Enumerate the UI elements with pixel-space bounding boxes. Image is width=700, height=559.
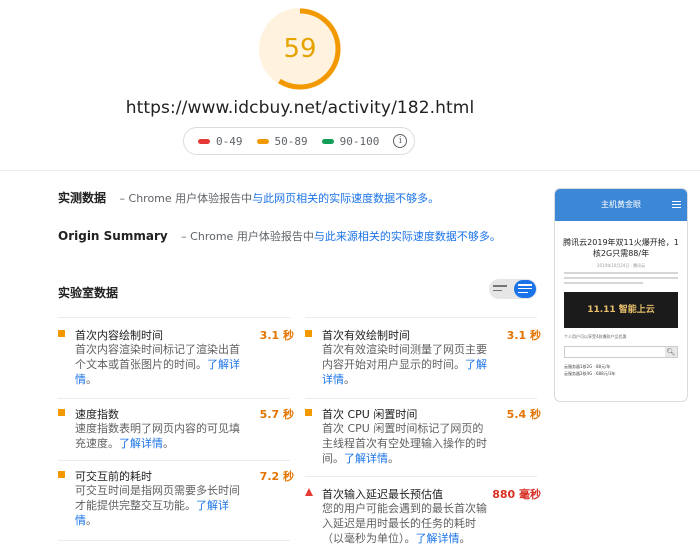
- lab-data-title: 实验室数据: [58, 286, 119, 300]
- field-data-link[interactable]: 与此网页相关的实际速度数据不够多。: [252, 192, 439, 205]
- thumbnail-note: 个人用户可以享受4款爆款产品优惠: [564, 334, 627, 339]
- page-url: https://www.idcbuy.net/activity/182.html: [125, 98, 475, 118]
- thumbnail-banner: 11.11 智能上云: [564, 292, 678, 328]
- legend-label: 50-89: [274, 134, 308, 148]
- metric-name: 可交互前的耗时: [75, 470, 152, 483]
- thumbnail-list-item: 云服务器2核4G · 688元/3年: [564, 371, 616, 376]
- origin-summary-row: Origin Summary – Chrome 用户体验报告中与此来源相关的实际…: [58, 228, 501, 244]
- metric-value: 5.4 秒: [506, 408, 541, 421]
- metric-value: 880 毫秒: [492, 488, 541, 501]
- search-icon: 🔍︎: [665, 347, 677, 357]
- view-toggle[interactable]: [489, 279, 537, 299]
- field-data-text: – Chrome 用户体验报告中: [116, 192, 253, 205]
- metric-tti: 可交互前的耗时 7.2 秒 可交互时间是指网页需要多长时间才能提供完整交互功能。…: [58, 468, 294, 527]
- menu-icon: [672, 201, 681, 210]
- field-data-title: 实测数据: [58, 191, 107, 205]
- score-legend: 0-49 50-89 90-100 i: [183, 127, 415, 155]
- legend-swatch-red: [198, 138, 210, 144]
- metric-value: 3.1 秒: [506, 329, 541, 342]
- report-header: 59 https://www.idcbuy.net/activity/182.h…: [0, 0, 700, 170]
- metric-fmp: 首次有效绘制时间 3.1 秒 首次有效渲染时间测量了网页主要内容开始对用户显示的…: [305, 327, 541, 395]
- thumbnail-text-line: [564, 282, 644, 284]
- metric-divider: [58, 317, 290, 318]
- learn-more-link[interactable]: 了解详情: [119, 437, 163, 450]
- header-divider: [0, 170, 700, 171]
- metric-value: 7.2 秒: [259, 470, 294, 483]
- metric-name: 首次输入延迟最长预估值: [322, 488, 443, 501]
- legend-swatch-orange: [256, 138, 269, 144]
- thumbnail-site-name: 主机黄金眼: [601, 200, 641, 209]
- thumbnail-header: 主机黄金眼: [555, 189, 687, 221]
- metric-max-fid: 首次输入延迟最长预估值 880 毫秒 您的用户可能会遇到的最长首次输入延迟是用时…: [305, 486, 541, 552]
- thumbnail-headline: 腾讯云2019年双11火爆开抢，1核2G只需88/年: [563, 238, 679, 258]
- origin-summary-title: Origin Summary: [58, 229, 168, 243]
- metric-name: 速度指数: [75, 408, 119, 421]
- legend-item-average: 50-89: [256, 134, 308, 148]
- thumbnail-text-line: [564, 272, 678, 274]
- field-data-row: 实测数据 – Chrome 用户体验报告中与此网页相关的实际速度数据不够多。: [58, 189, 439, 206]
- average-square-icon: [305, 409, 312, 416]
- legend-swatch-green: [321, 138, 334, 144]
- metric-divider: [58, 398, 290, 399]
- legend-item-fail: 0-49: [198, 135, 243, 148]
- thumbnail-search-box: 🔍︎: [564, 346, 678, 358]
- average-square-icon: [58, 330, 65, 337]
- learn-more-link[interactable]: 了解详情: [416, 532, 460, 545]
- legend-label: 90-100: [339, 134, 380, 148]
- metric-divider: [58, 540, 290, 541]
- compact-view-icon[interactable]: [493, 285, 507, 294]
- metric-first-cpu-idle: 首次 CPU 闲置时间 5.4 秒 首次 CPU 闲置时间标记了网页的主线程首次…: [305, 406, 541, 470]
- metric-name: 首次 CPU 闲置时间: [322, 408, 418, 421]
- metric-divider: [305, 398, 537, 399]
- average-square-icon: [305, 330, 312, 337]
- thumbnail-meta: 2019年10月24日 · 腾讯云: [596, 263, 646, 268]
- metric-value: 5.7 秒: [259, 408, 294, 421]
- metric-description: 首次内容渲染时间标记了渲染出首个文本或首张图片的时间。了解详情。: [75, 343, 240, 386]
- metric-divider: [58, 460, 290, 461]
- metric-description: 首次 CPU 闲置时间标记了网页的主线程首次有空处理输入操作的时间。了解详情。: [322, 422, 487, 465]
- metric-name: 首次有效绘制时间: [322, 329, 410, 342]
- info-icon[interactable]: i: [393, 134, 408, 148]
- average-square-icon: [58, 409, 65, 416]
- metric-divider: [305, 317, 537, 318]
- legend-label: 0-49: [216, 134, 243, 148]
- metric-description: 首次有效渲染时间测量了网页主要内容开始对用户显示的时间。了解详情。: [322, 343, 487, 386]
- metric-divider: [305, 476, 537, 477]
- average-square-icon: [58, 471, 65, 478]
- learn-more-link[interactable]: 了解详情: [344, 452, 388, 465]
- expanded-view-icon[interactable]: [514, 280, 536, 298]
- metric-description: 可交互时间是指网页需要多长时间才能提供完整交互功能。了解详情。: [75, 484, 240, 527]
- legend-item-pass: 90-100: [321, 134, 380, 148]
- thumbnail-text-line: [564, 277, 678, 279]
- thumbnail-list-item: 云服务器1核2G · 88元/年: [564, 364, 611, 369]
- thumbnail-list: 云服务器1核2G · 88元/年 云服务器2核4G · 688元/3年: [564, 363, 678, 377]
- metric-speed-index: 速度指数 5.7 秒 速度指数表明了网页内容的可见填充速度。了解详情。: [58, 406, 294, 456]
- metric-fcp: 首次内容绘制时间 3.1 秒 首次内容渲染时间标记了渲染出首个文本或首张图片的时…: [58, 327, 294, 395]
- performance-score: 59: [283, 34, 317, 64]
- metric-name: 首次内容绘制时间: [75, 329, 163, 342]
- fail-triangle-icon: [305, 488, 313, 496]
- origin-summary-link[interactable]: 与此来源相关的实际速度数据不够多。: [314, 230, 501, 243]
- page-screenshot-thumbnail: 主机黄金眼 腾讯云2019年双11火爆开抢，1核2G只需88/年 2019年10…: [554, 188, 688, 402]
- metric-description: 您的用户可能会遇到的最长首次输入延迟是用时最长的任务的耗时（以毫秒为单位）。了解…: [322, 502, 487, 545]
- origin-summary-text: – Chrome 用户体验报告中: [177, 230, 314, 243]
- metric-description: 速度指数表明了网页内容的可见填充速度。了解详情。: [75, 422, 240, 450]
- metric-value: 3.1 秒: [259, 329, 294, 342]
